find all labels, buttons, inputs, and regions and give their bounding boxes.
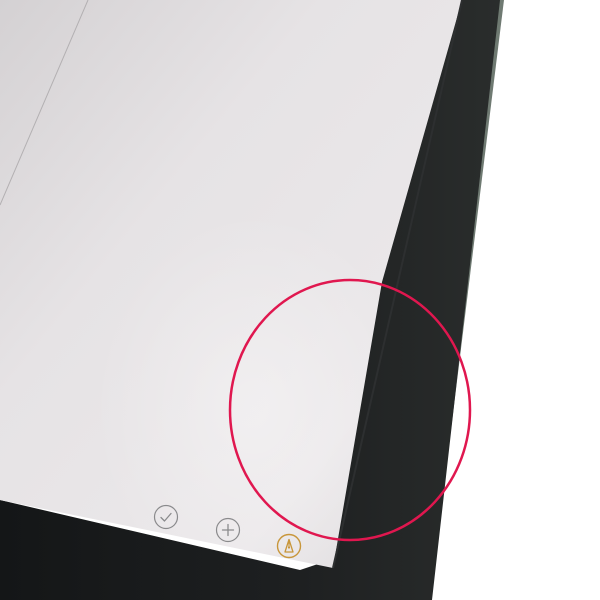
ipad-device — [0, 0, 504, 600]
pen-tip-circle-icon — [276, 533, 302, 559]
markup-button[interactable] — [276, 533, 302, 559]
checkmark-circle-icon — [153, 504, 179, 530]
plus-circle-icon — [215, 517, 241, 543]
photo-stage — [0, 0, 600, 600]
add-button[interactable] — [215, 517, 241, 543]
checklist-button[interactable] — [153, 504, 179, 530]
